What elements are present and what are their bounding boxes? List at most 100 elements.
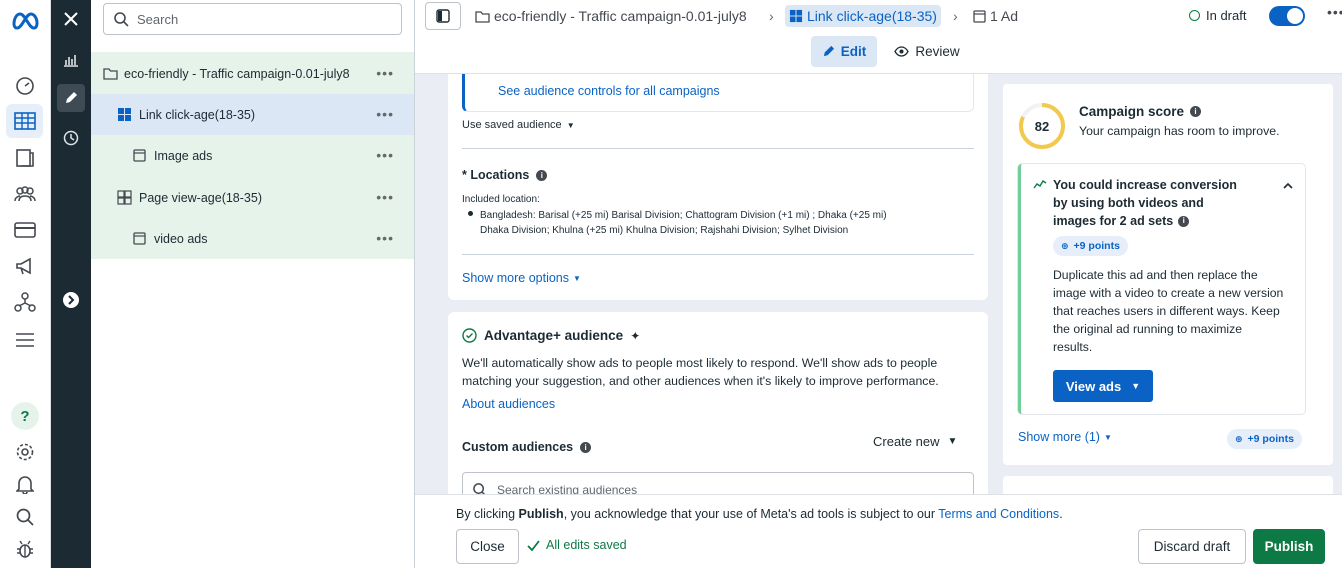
dropdown-label: Create new	[873, 434, 940, 449]
editor-side-rail	[51, 0, 91, 568]
recommendation-line: You could increase conversion	[1053, 178, 1237, 192]
audiences-icon[interactable]	[13, 182, 37, 206]
draft-status-circle-icon	[1189, 10, 1200, 21]
divider	[462, 148, 974, 149]
more-options-icon[interactable]: •••	[376, 147, 394, 163]
points-badge-label: +9 points	[1073, 240, 1120, 252]
collapse-chevron-icon[interactable]	[1283, 178, 1293, 192]
show-more-options-link[interactable]: Show more options ▼	[462, 271, 581, 285]
editor-main-scroll: See audience controls for all campaigns …	[415, 74, 1342, 494]
tab-review[interactable]: Review	[893, 36, 961, 67]
location-line: Dhaka Division; Khulna (+25 mi) Khulna D…	[480, 225, 849, 236]
search-placeholder: Search existing audiences	[497, 483, 638, 494]
tab-edit[interactable]: Edit	[811, 36, 877, 67]
audience-controls-notice: See audience controls for all campaigns	[462, 74, 974, 112]
save-status: All edits saved	[527, 538, 627, 552]
ads-manager-icon[interactable]	[6, 104, 43, 138]
close-button[interactable]: Close	[456, 529, 519, 564]
breadcrumb-adset[interactable]: Link click-age(18-35)	[785, 5, 941, 27]
caret-down-icon: ▼	[947, 436, 958, 447]
custom-audiences-heading: Custom audiences i	[462, 440, 592, 454]
expand-panel-chevron-icon[interactable]	[63, 292, 79, 308]
body-line: that reaches users in different ways. Ke…	[1053, 304, 1280, 318]
link-label: Show more options	[462, 271, 570, 285]
dropdown-label: Use saved audience	[462, 119, 562, 131]
breadcrumb-label: 1 Ad	[990, 8, 1019, 24]
more-options-icon[interactable]: •••	[376, 106, 394, 122]
campaign-megaphone-icon[interactable]	[13, 254, 37, 278]
tab-label: Edit	[840, 44, 867, 59]
tree-item-label: eco-friendly - Traffic campaign-0.01-jul…	[124, 66, 350, 81]
description-line: We'll automatically show ads to people m…	[462, 356, 938, 370]
caret-down-icon: ▼	[1103, 432, 1112, 442]
all-tools-menu-icon[interactable]	[13, 328, 37, 352]
info-icon[interactable]: i	[1178, 215, 1190, 227]
locations-title: * Locations	[462, 168, 530, 182]
history-clock-icon[interactable]	[57, 124, 85, 152]
checkmark-icon	[527, 539, 540, 551]
publish-button[interactable]: Publish	[1253, 529, 1325, 564]
dashboard-icon[interactable]	[13, 74, 37, 98]
about-audiences-link[interactable]: About audiences	[462, 397, 555, 411]
report-bug-icon[interactable]	[13, 537, 37, 561]
create-new-dropdown[interactable]: Create new ▼	[873, 434, 957, 449]
info-icon[interactable]: i	[580, 441, 592, 453]
performance-chart-icon[interactable]	[57, 46, 85, 74]
campaign-tree-panel: Search eco-friendly - Traffic campaign-0…	[91, 0, 415, 568]
draft-toggle[interactable]	[1269, 6, 1305, 26]
tree-item-label: Page view-age(18-35)	[139, 190, 262, 205]
discard-draft-button[interactable]: Discard draft	[1138, 529, 1246, 564]
search-icon[interactable]	[13, 505, 37, 529]
caret-down-icon: ▼	[566, 120, 575, 130]
tree-item-adset-page-view[interactable]: Page view-age(18-35) •••	[91, 177, 414, 218]
notifications-bell-icon[interactable]	[13, 472, 37, 496]
more-options-icon[interactable]: •••	[376, 65, 394, 81]
body-line: Duplicate this ad and then replace the	[1053, 268, 1258, 282]
edit-pencil-icon[interactable]	[57, 84, 85, 112]
caret-down-icon: ▼	[573, 273, 581, 283]
pages-icon[interactable]	[13, 146, 37, 170]
body-line: results.	[1053, 340, 1093, 354]
save-status-label: All edits saved	[546, 538, 627, 552]
breadcrumb-separator-icon: ›	[769, 8, 774, 24]
tree-item-ad-image-ads[interactable]: Image ads •••	[91, 135, 414, 176]
toggle-sidebar-icon[interactable]	[425, 2, 461, 30]
more-options-icon[interactable]: •••	[376, 230, 394, 246]
breadcrumb-ad[interactable]: 1 Ad	[973, 5, 1018, 27]
more-options-icon[interactable]: •••	[1327, 4, 1342, 28]
audience-card: See audience controls for all campaigns …	[448, 74, 988, 300]
close-icon[interactable]	[57, 5, 85, 33]
tree-item-adset-link-click[interactable]: Link click-age(18-35) •••	[91, 94, 414, 135]
folder-icon	[475, 10, 490, 23]
meta-logo-icon[interactable]	[10, 8, 40, 32]
info-icon[interactable]: i	[1190, 106, 1202, 117]
more-options-icon[interactable]: •••	[376, 189, 394, 205]
use-saved-audience-dropdown[interactable]: Use saved audience ▼	[462, 119, 575, 131]
custom-audience-search-input[interactable]: Search existing audiences	[462, 472, 974, 494]
help-icon[interactable]: ?	[11, 402, 39, 430]
tree-item-label: Link click-age(18-35)	[139, 107, 256, 122]
tree-item-campaign[interactable]: eco-friendly - Traffic campaign-0.01-jul…	[91, 53, 414, 94]
recommendation-card: You could increase conversion by using b…	[1018, 164, 1305, 414]
terms-link[interactable]: Terms and Conditions	[938, 507, 1059, 521]
ad-icon	[133, 149, 146, 162]
notice-bold: Publish	[518, 507, 564, 521]
locations-heading: * Locations i	[462, 168, 548, 182]
business-network-icon[interactable]	[13, 290, 37, 314]
view-ads-button[interactable]: View ads ▼	[1053, 370, 1153, 402]
settings-gear-icon[interactable]	[13, 440, 37, 464]
tree-search-input[interactable]: Search	[103, 3, 402, 35]
billing-icon[interactable]	[13, 218, 37, 242]
draft-status-label: In draft	[1206, 8, 1247, 23]
toggle-knob	[1287, 8, 1303, 24]
tree-item-ad-video-ads[interactable]: video ads •••	[91, 218, 414, 259]
notice-text: .	[1059, 507, 1063, 521]
breadcrumb-campaign[interactable]: eco-friendly - Traffic campaign-0.01-jul…	[475, 5, 747, 27]
location-list: Bangladesh: Barisal (+25 mi) Barisal Div…	[480, 208, 887, 238]
button-label: View ads	[1065, 378, 1122, 394]
info-icon[interactable]: i	[536, 169, 548, 181]
audience-controls-link[interactable]: See audience controls for all campaigns	[498, 84, 720, 98]
show-more-recommendations-link[interactable]: Show more (1) ▼	[1018, 430, 1112, 444]
tree-search-placeholder: Search	[137, 11, 179, 27]
breadcrumb-separator-icon: ›	[953, 8, 958, 24]
